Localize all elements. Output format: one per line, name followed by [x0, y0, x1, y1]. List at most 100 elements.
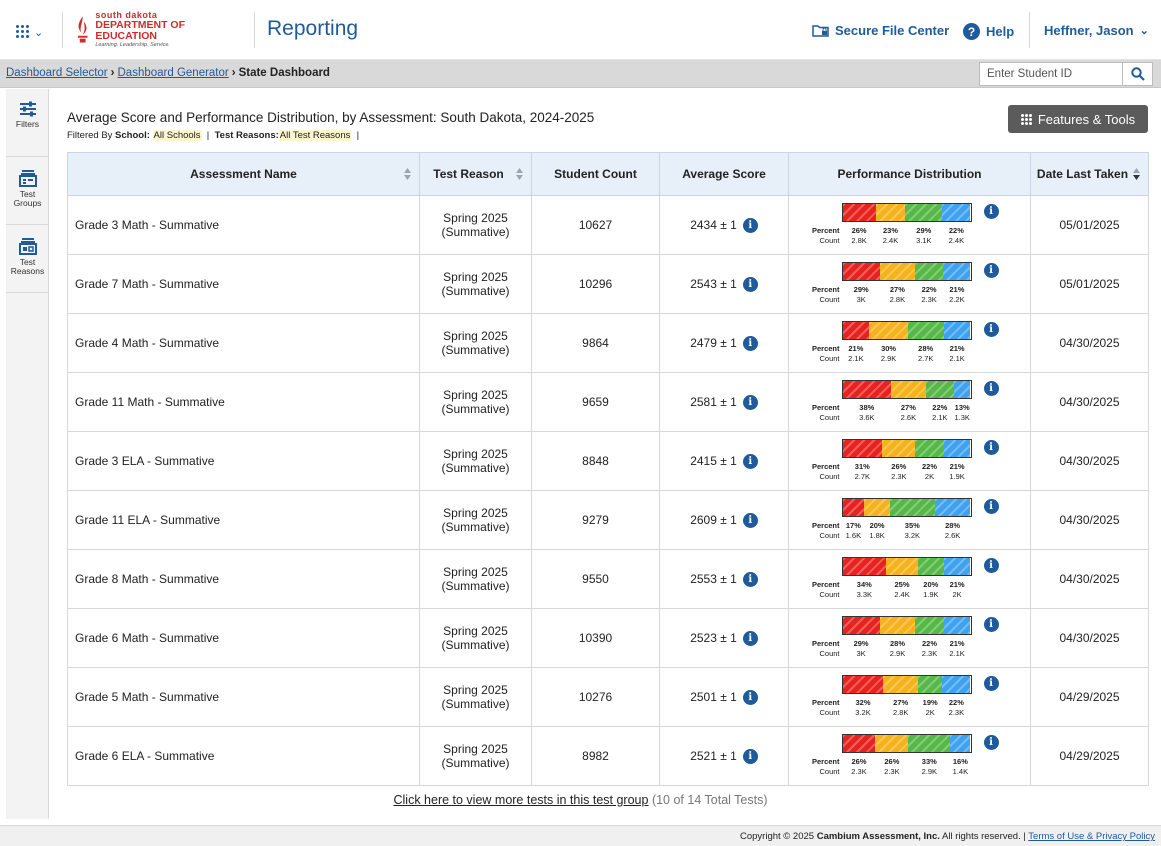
perf-bar[interactable] [841, 439, 972, 458]
perf-percent-value: 26% [884, 757, 900, 766]
filter-reason-value: All Test Reasons [278, 130, 352, 141]
perf-bar[interactable] [841, 380, 972, 399]
terms-link[interactable]: Terms of Use & Privacy Policy [1028, 831, 1155, 842]
performance-distribution-cell: i Percent Count 31% 26% 22% 21% 2.7K 2.3K 2K 1.9K [788, 431, 1031, 491]
info-icon[interactable]: i [983, 617, 999, 632]
column-header-test-reason[interactable]: Test Reason [419, 152, 532, 196]
features-tools-button[interactable]: Features & Tools [1008, 105, 1148, 133]
info-icon[interactable]: i [742, 276, 758, 292]
info-icon[interactable]: i [983, 735, 999, 750]
perf-bar-segment [943, 440, 971, 457]
date-last-taken: 04/29/2025 [1030, 726, 1149, 786]
info-icon[interactable]: i [983, 322, 999, 337]
info-icon[interactable]: i [983, 440, 999, 455]
sd-doe-logo[interactable]: south dakota DEPARTMENT OF EDUCATION Lea… [74, 11, 244, 48]
student-count: 10296 [531, 254, 660, 314]
perf-count-label: Count [819, 531, 840, 540]
info-icon[interactable]: i [742, 748, 758, 764]
test-reasons-icon [18, 238, 37, 255]
perf-bar[interactable] [841, 321, 972, 340]
assessment-name[interactable]: Grade 11 Math - Summative [67, 372, 420, 432]
perf-bar[interactable] [841, 734, 972, 753]
column-header-date-last-taken[interactable]: Date Last Taken [1030, 152, 1149, 196]
info-icon[interactable]: i [742, 335, 758, 351]
info-icon[interactable]: i [742, 217, 758, 233]
user-menu-button[interactable]: Heffner, Jason ⌄ [1044, 23, 1149, 38]
perf-bar-segment [925, 381, 954, 398]
perf-bar[interactable] [841, 675, 972, 694]
secure-file-center-link[interactable]: Secure File Center [812, 23, 949, 38]
perf-percent-value: 34% [856, 580, 872, 589]
info-icon[interactable]: i [983, 381, 999, 396]
assessment-name[interactable]: Grade 5 Math - Summative [67, 667, 420, 727]
table-row[interactable]: Grade 4 Math - Summative Spring 2025 (Summ… [67, 313, 1149, 373]
student-id-input[interactable] [979, 62, 1123, 86]
student-search-button[interactable] [1123, 62, 1153, 86]
table-row[interactable]: Grade 8 Math - Summative Spring 2025 (Summ… [67, 549, 1149, 609]
column-header-assessment-name[interactable]: Assessment Name [67, 152, 420, 196]
perf-percent-value: 22% [921, 462, 938, 471]
perf-percent-value: 21% [949, 462, 965, 471]
test-reason: Spring 2025 (Summative) [419, 372, 532, 432]
table-row[interactable]: Grade 5 Math - Summative Spring 2025 (Summ… [67, 667, 1149, 727]
info-icon[interactable]: i [742, 512, 758, 528]
assessment-name[interactable]: Grade 3 ELA - Summative [67, 431, 420, 491]
app-switcher-button[interactable]: ⌄ [8, 18, 58, 46]
table-row[interactable]: Grade 7 Math - Summative Spring 2025 (Summ… [67, 254, 1149, 314]
table-row[interactable]: Grade 11 ELA - Summative Spring 2025 (Summ… [67, 490, 1149, 550]
info-icon[interactable]: i [742, 571, 758, 587]
info-icon[interactable]: i [983, 499, 999, 514]
perf-percent-label: Percent [811, 698, 840, 707]
perf-bar-segment [875, 204, 906, 221]
perf-bar-segment [842, 204, 876, 221]
assessment-name[interactable]: Grade 11 ELA - Summative [67, 490, 420, 550]
info-icon[interactable]: i [983, 204, 999, 219]
assessment-name[interactable]: Grade 3 Math - Summative [67, 195, 420, 255]
assessment-name[interactable]: Grade 6 ELA - Summative [67, 726, 420, 786]
breadcrumb-dashboard-selector[interactable]: Dashboard Selector [6, 67, 108, 79]
info-icon[interactable]: i [742, 630, 758, 646]
sidebar-item-filters[interactable]: Filters [6, 89, 49, 157]
performance-distribution: i Percent Count 31% 26% 22% 21% 2.7K 2.3K 2K 1.9K [805, 433, 1015, 489]
info-icon[interactable]: i [983, 558, 999, 573]
average-score: 2415 ± 1 [690, 454, 737, 468]
perf-count-value: 2.4K [894, 590, 910, 599]
perf-count-value: 1.6K [845, 531, 862, 540]
table-row[interactable]: Grade 3 Math - Summative Spring 2025 (Summ… [67, 195, 1149, 255]
sidebar-item-test-groups[interactable]: Test Groups [6, 157, 49, 225]
help-link[interactable]: ? Help [963, 23, 1014, 40]
perf-bar[interactable] [841, 203, 972, 222]
info-icon[interactable]: i [983, 676, 999, 691]
table-row[interactable]: Grade 3 ELA - Summative Spring 2025 (Summa… [67, 431, 1149, 491]
assessment-name[interactable]: Grade 6 Math - Summative [67, 608, 420, 668]
average-score-cell: 2501 ± 1 i [659, 667, 789, 727]
table-row[interactable]: Grade 6 Math - Summative Spring 2025 (Summ… [67, 608, 1149, 668]
info-icon[interactable]: i [742, 689, 758, 705]
perf-bar[interactable] [841, 498, 972, 517]
student-count: 9550 [531, 549, 660, 609]
view-more-tests-link[interactable]: Click here to view more tests in this te… [393, 793, 648, 807]
sidebar-item-test-reasons[interactable]: Test Reasons [6, 225, 49, 293]
chevron-down-icon: ⌄ [1139, 25, 1149, 37]
divider [254, 12, 255, 48]
assessment-name[interactable]: Grade 7 Math - Summative [67, 254, 420, 314]
test-reason-term: Spring 2025 [443, 447, 508, 461]
info-icon[interactable]: i [983, 263, 999, 278]
average-score-cell: 2415 ± 1 i [659, 431, 789, 491]
assessment-name[interactable]: Grade 4 Math - Summative [67, 313, 420, 373]
table-row[interactable]: Grade 11 Math - Summative Spring 2025 (Sum… [67, 372, 1149, 432]
perf-count-value: 2K [952, 590, 962, 599]
breadcrumb-dashboard-generator[interactable]: Dashboard Generator [118, 67, 229, 79]
info-icon[interactable]: i [742, 453, 758, 469]
perf-bar[interactable] [841, 616, 972, 635]
perf-bar-segment [915, 617, 944, 634]
info-icon[interactable]: i [742, 394, 758, 410]
column-header-student-count: Student Count [531, 152, 660, 196]
perf-bar[interactable] [841, 557, 972, 576]
performance-distribution: i Percent Count 21% 30% 28% 21% 2.1K 2.9K 2.7K 2.1… [805, 315, 1015, 371]
table-row[interactable]: Grade 6 ELA - Summative Spring 2025 (Summa… [67, 726, 1149, 786]
perf-bar[interactable] [841, 262, 972, 281]
column-header-label: Date Last Taken [1036, 167, 1129, 181]
assessment-name[interactable]: Grade 8 Math - Summative [67, 549, 420, 609]
filter-reason-label: Test Reasons: [214, 130, 279, 141]
